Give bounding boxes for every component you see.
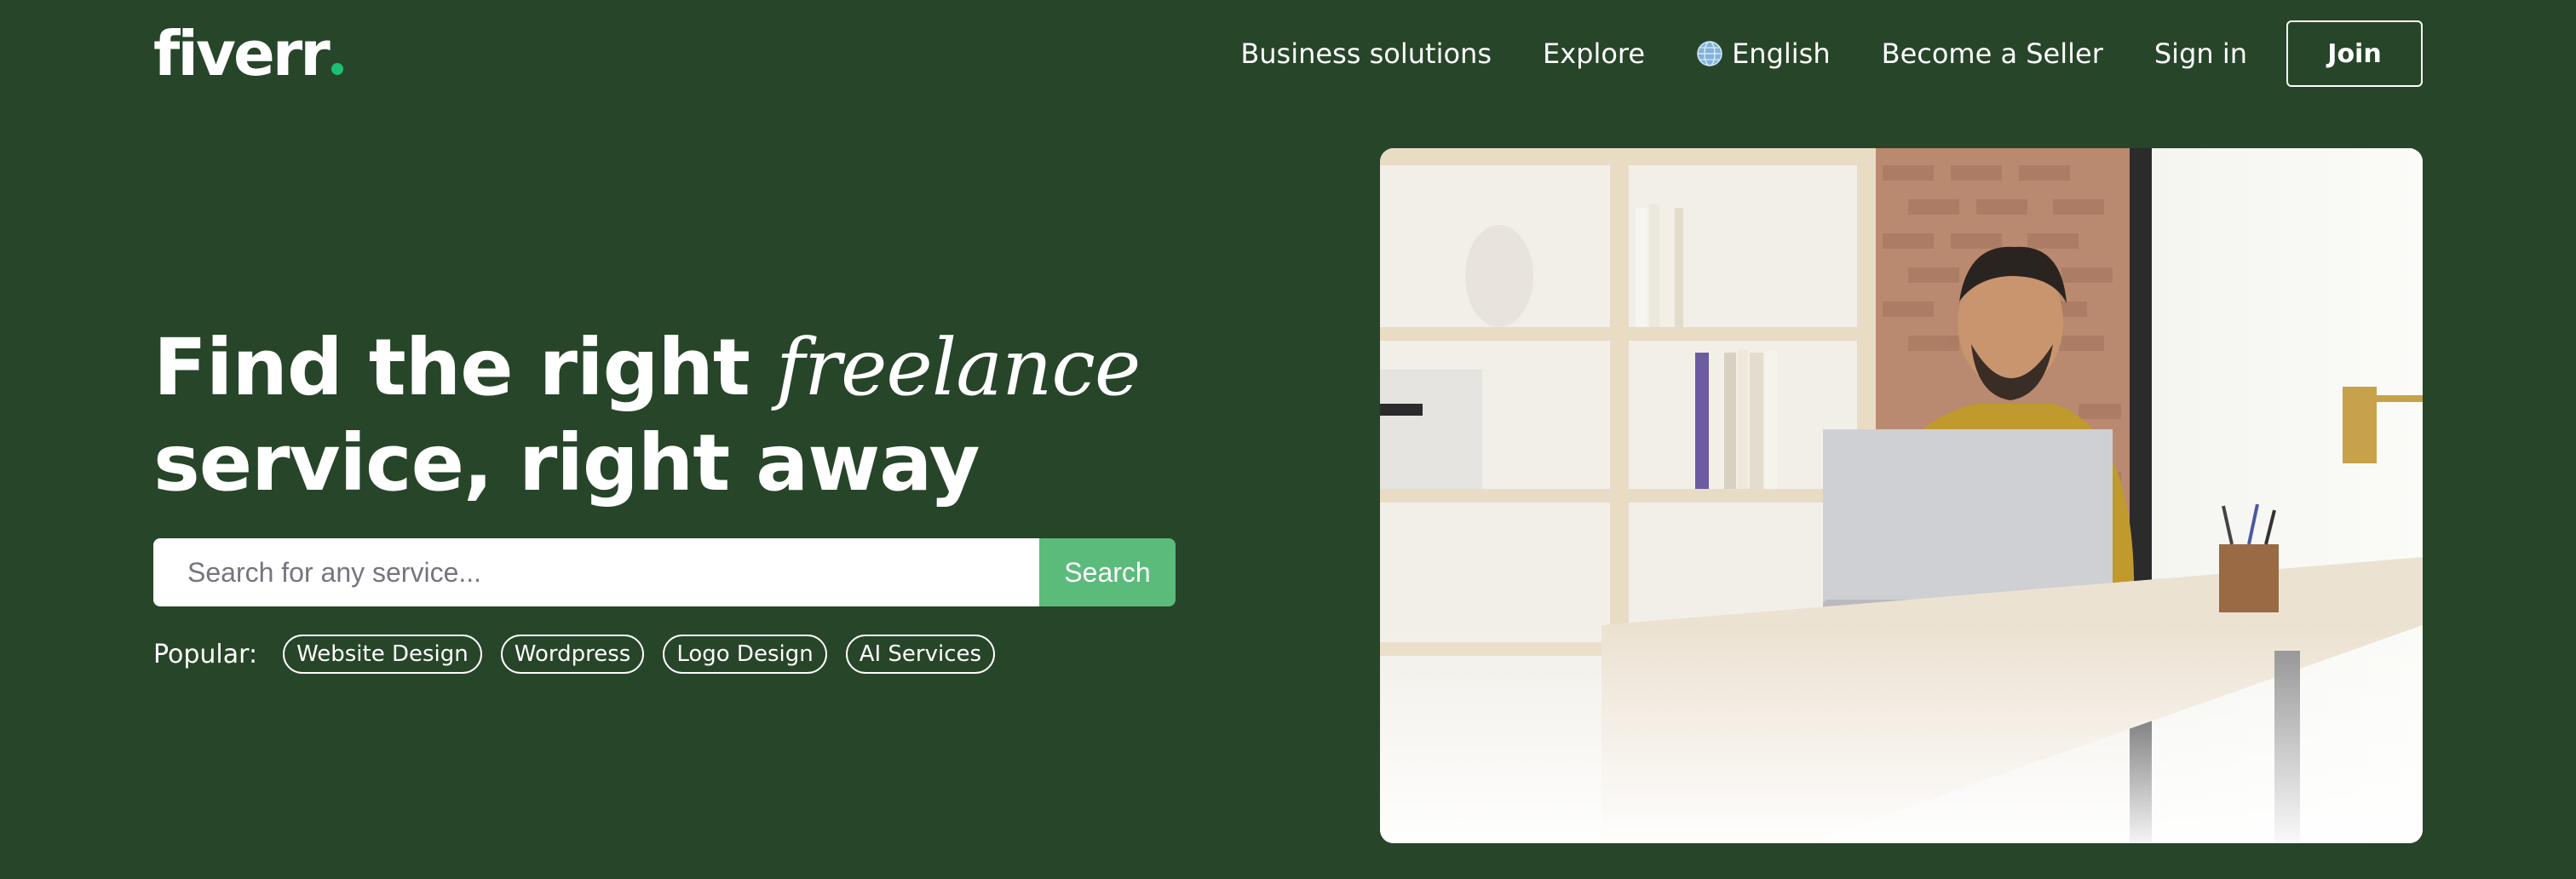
tag-website-design[interactable]: Website Design [283, 635, 482, 674]
search-input[interactable] [153, 538, 1039, 606]
hero-title-prefix: Find the right [153, 322, 776, 413]
logo-dot [331, 63, 343, 75]
logo-text: fiverr [153, 18, 331, 89]
hero-image [1380, 148, 2423, 843]
nav-language[interactable]: English [1696, 37, 1831, 70]
tag-ai-services[interactable]: AI Services [845, 635, 996, 674]
top-nav: Business solutions Explore English Becom… [1240, 20, 2423, 87]
globe-icon [1696, 40, 1723, 67]
nav-become-seller[interactable]: Become a Seller [1882, 37, 2103, 70]
search-button[interactable]: Search [1039, 538, 1176, 606]
popular-label: Popular: [153, 639, 258, 669]
nav-sign-in[interactable]: Sign in [2154, 37, 2247, 70]
nav-language-label: English [1732, 37, 1831, 70]
site-header: fiverr Business solutions Explore Englis… [0, 0, 2576, 111]
hero-photo-illustration [1380, 148, 2423, 843]
nav-explore[interactable]: Explore [1543, 37, 1645, 70]
tag-logo-design[interactable]: Logo Design [663, 635, 827, 674]
hero-title-line2: service, right away [153, 417, 980, 508]
hero-title-emphasis: freelance [775, 322, 1141, 413]
popular-tags: Popular: Website Design Wordpress Logo D… [153, 634, 1014, 675]
nav-business-solutions[interactable]: Business solutions [1240, 37, 1492, 70]
join-button[interactable]: Join [2286, 20, 2423, 87]
hero-title: Find the right freelance service, right … [153, 320, 1141, 511]
fiverr-logo[interactable]: fiverr [153, 15, 343, 92]
tag-wordpress[interactable]: Wordpress [500, 635, 645, 674]
search-bar: Search [153, 538, 1176, 606]
